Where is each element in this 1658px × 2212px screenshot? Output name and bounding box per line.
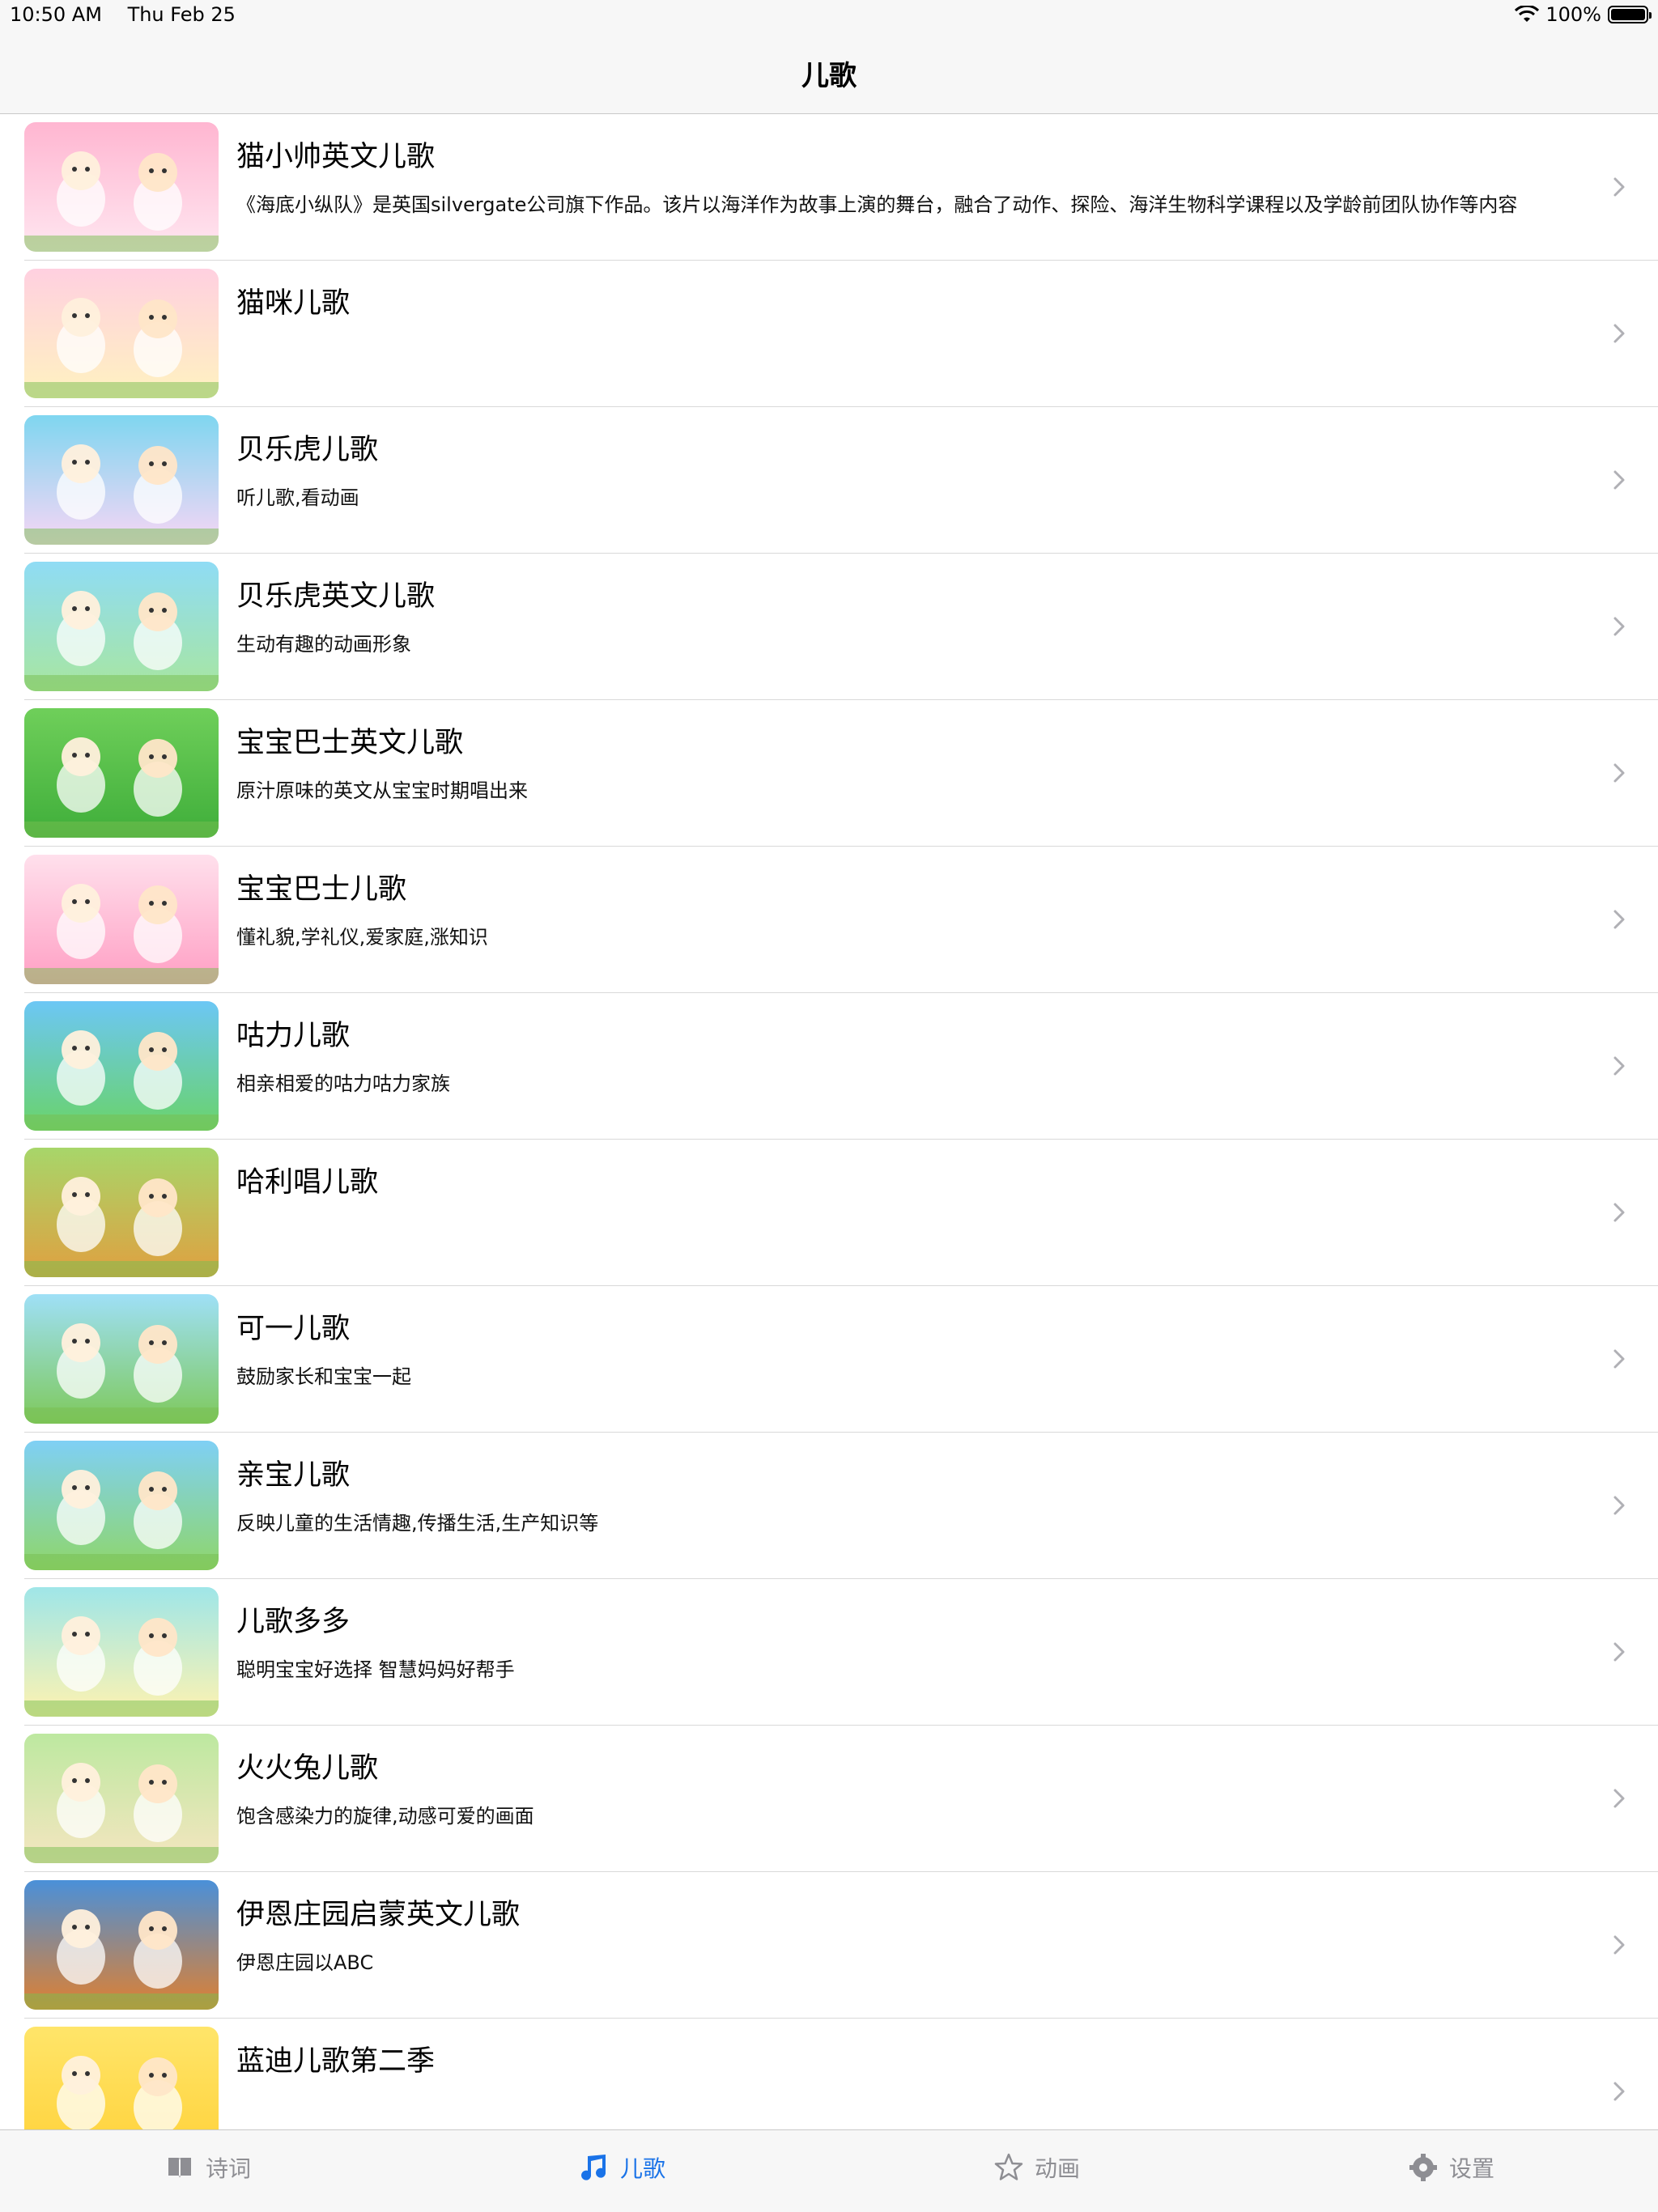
gear-icon: [1409, 2153, 1437, 2181]
item-title: 伊恩庄园启蒙英文儿歌: [236, 1899, 521, 1931]
chevron-right-icon: [1613, 1642, 1625, 1662]
thumbnail-image: [24, 1148, 219, 1277]
music-note-icon: [581, 2154, 606, 2180]
thumbnail-image: [24, 122, 219, 252]
status-indicators: 100%: [1515, 3, 1652, 26]
status-time: 10:50 AM: [10, 3, 102, 26]
item-title: 蓝迪儿歌第二季: [236, 2045, 436, 2078]
list-item[interactable]: 可一儿歌 鼓励家长和宝宝一起: [24, 1286, 1658, 1433]
item-title: 可一儿歌: [236, 1313, 351, 1345]
chevron-right-icon: [1613, 1935, 1625, 1955]
wifi-icon: [1515, 6, 1540, 22]
thumbnail-image: [24, 1734, 219, 1863]
list-item[interactable]: 亲宝儿歌 反映儿童的生活情趣,传播生活,生产知识等: [24, 1433, 1658, 1579]
chevron-right-icon: [1613, 1496, 1625, 1515]
thumbnail-image: [24, 2027, 219, 2129]
chevron-right-icon: [1613, 177, 1625, 197]
thumbnail-image: [24, 1587, 219, 1717]
thumbnail-image: [24, 1001, 219, 1131]
tab-label: 诗词: [205, 2155, 251, 2182]
list-item[interactable]: 伊恩庄园启蒙英文儿歌 伊恩庄园以ABC: [24, 1872, 1658, 2019]
item-title: 猫小帅英文儿歌: [236, 141, 436, 173]
chevron-right-icon: [1613, 1203, 1625, 1222]
list-item[interactable]: 贝乐虎英文儿歌 生动有趣的动画形象: [24, 554, 1658, 700]
battery-percent: 100%: [1545, 3, 1601, 26]
thumbnail-image: [24, 855, 219, 984]
book-icon: [168, 2157, 191, 2178]
tab-2[interactable]: 动画: [829, 2130, 1244, 2212]
item-subtitle: 相亲相爱的咕力咕力家族: [236, 1072, 450, 1095]
list-item[interactable]: 猫咪儿歌: [24, 261, 1658, 407]
status-bar: 10:50 AM Thu Feb 25 100%: [0, 0, 1658, 32]
chevron-right-icon: [1613, 763, 1625, 783]
thumbnail-image: [24, 1294, 219, 1424]
item-subtitle: 伊恩庄园以ABC: [236, 1951, 374, 1974]
thumbnail-image: [24, 1441, 219, 1570]
tab-label: 儿歌: [619, 2155, 665, 2182]
chevron-right-icon: [1613, 470, 1625, 490]
chevron-right-icon: [1613, 1789, 1625, 1808]
thumbnail-image: [24, 415, 219, 545]
item-title: 宝宝巴士儿歌: [236, 873, 407, 906]
chevron-right-icon: [1613, 1056, 1625, 1076]
chevron-right-icon: [1613, 324, 1625, 343]
status-time-date: 10:50 AM Thu Feb 25: [10, 3, 255, 26]
list-item[interactable]: 贝乐虎儿歌 听儿歌,看动画: [24, 407, 1658, 554]
list-item[interactable]: 哈利唱儿歌: [24, 1140, 1658, 1286]
list-item[interactable]: 儿歌多多 聪明宝宝好选择 智慧妈妈好帮手: [24, 1579, 1658, 1726]
item-title: 猫咪儿歌: [236, 287, 351, 320]
list-item[interactable]: 宝宝巴士英文儿歌 原汁原味的英文从宝宝时期唱出来: [24, 700, 1658, 847]
tab-1[interactable]: 儿歌: [414, 2130, 829, 2212]
chevron-right-icon: [1613, 2082, 1625, 2101]
item-subtitle: 《海底小纵队》是英国silvergate公司旗下作品。该片以海洋作为故事上演的舞…: [236, 193, 1518, 216]
item-title: 贝乐虎儿歌: [236, 434, 379, 466]
chevron-right-icon: [1613, 910, 1625, 929]
item-subtitle: 反映儿童的生活情趣,传播生活,生产知识等: [236, 1512, 599, 1535]
list-item[interactable]: 蓝迪儿歌第二季: [24, 2019, 1658, 2129]
item-title: 亲宝儿歌: [236, 1459, 351, 1492]
item-title: 咕力儿歌: [236, 1020, 351, 1052]
item-title: 贝乐虎英文儿歌: [236, 580, 436, 613]
list-item[interactable]: 宝宝巴士儿歌 懂礼貌,学礼仪,爱家庭,涨知识: [24, 847, 1658, 993]
tab-label: 设置: [1448, 2155, 1494, 2182]
item-subtitle: 生动有趣的动画形象: [236, 633, 411, 656]
chevron-right-icon: [1613, 617, 1625, 636]
item-subtitle: 鼓励家长和宝宝一起: [236, 1365, 411, 1388]
chevron-right-icon: [1613, 1349, 1625, 1369]
tab-0[interactable]: 诗词: [0, 2130, 414, 2212]
item-title: 儿歌多多: [236, 1606, 351, 1638]
page-title: 儿歌: [801, 59, 857, 92]
item-subtitle: 懂礼貌,学礼仪,爱家庭,涨知识: [236, 926, 488, 949]
item-subtitle: 听儿歌,看动画: [236, 486, 359, 509]
list-item[interactable]: 火火兔儿歌 饱含感染力的旋律,动感可爱的画面: [24, 1726, 1658, 1872]
thumbnail-image: [24, 708, 219, 838]
item-title: 火火兔儿歌: [236, 1752, 379, 1785]
thumbnail-image: [24, 269, 219, 398]
tab-bar: 诗词 儿歌 动画 设置: [0, 2129, 1658, 2212]
list-item[interactable]: 咕力儿歌 相亲相爱的咕力咕力家族: [24, 993, 1658, 1140]
star-icon: [994, 2153, 1023, 2180]
item-title: 哈利唱儿歌: [236, 1166, 379, 1199]
navigation-bar: 儿歌: [0, 32, 1658, 114]
battery-icon: [1608, 6, 1652, 23]
thumbnail-image: [24, 562, 219, 691]
song-list[interactable]: 猫小帅英文儿歌 《海底小纵队》是英国silvergate公司旗下作品。该片以海洋…: [0, 114, 1658, 2129]
item-title: 宝宝巴士英文儿歌: [236, 727, 464, 759]
item-subtitle: 原汁原味的英文从宝宝时期唱出来: [236, 779, 528, 802]
item-subtitle: 饱含感染力的旋律,动感可爱的画面: [236, 1805, 534, 1828]
thumbnail-image: [24, 1880, 219, 2010]
tab-3[interactable]: 设置: [1244, 2130, 1658, 2212]
item-subtitle: 聪明宝宝好选择 智慧妈妈好帮手: [236, 1658, 515, 1681]
status-date: Thu Feb 25: [127, 3, 236, 26]
tab-label: 动画: [1034, 2155, 1080, 2182]
list-item[interactable]: 猫小帅英文儿歌 《海底小纵队》是英国silvergate公司旗下作品。该片以海洋…: [24, 114, 1658, 261]
